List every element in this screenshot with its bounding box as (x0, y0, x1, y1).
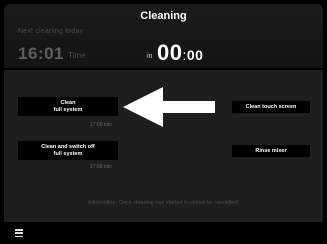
next-cleaning-label: Next cleaning today (18, 28, 84, 35)
clean-switch-off-button[interactable]: Clean and switch off full system (18, 141, 118, 160)
info-message: Information: Once cleaning has started i… (88, 200, 239, 206)
countdown-hours: 00 (157, 40, 183, 65)
clean-full-system-button[interactable]: Clean full system (18, 97, 118, 116)
cleaning-options-panel: Clean full system 17:00 min Clean touch … (4, 70, 323, 222)
clean-off-line2: full system (53, 150, 83, 157)
page-title: Cleaning (140, 10, 187, 22)
arrow-left-icon (123, 87, 215, 127)
countdown-timer: 00:00 (157, 40, 203, 66)
clean-touch-screen-button[interactable]: Clean touch screen (232, 101, 310, 113)
clean-full-duration: 17:00 min (90, 122, 112, 128)
next-cleaning-time: 16:01 (18, 44, 64, 63)
countdown-minutes: 00 (186, 47, 204, 63)
cleaning-screen: Cleaning Next cleaning today 16:01 Time … (0, 0, 327, 244)
time-label: Time (68, 51, 86, 60)
clean-off-duration: 17:00 min (90, 164, 112, 170)
clean-full-line2: full system (53, 106, 83, 113)
menu-icon[interactable] (15, 229, 23, 237)
bottom-bar (4, 222, 323, 244)
rinse-mixer-button[interactable]: Rinse mixer (232, 145, 310, 157)
countdown-in-label: in (147, 53, 153, 60)
